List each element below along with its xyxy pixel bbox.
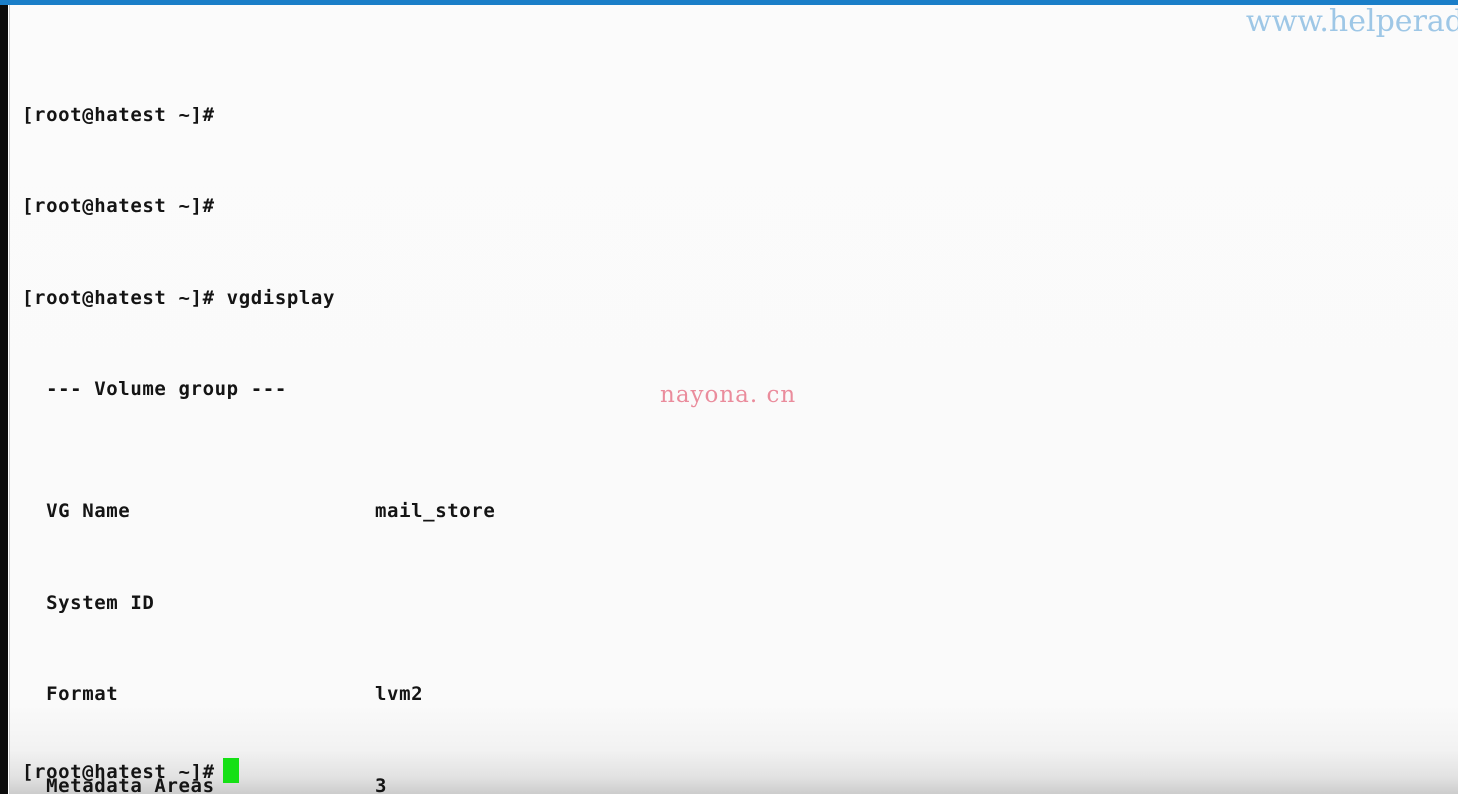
terminal-screenshot: [root@hatest ~]# [root@hatest ~]# [root@… <box>0 0 1458 794</box>
row-label: Format <box>22 683 119 705</box>
row-label: System ID <box>22 591 155 614</box>
row-value: mail_store <box>375 500 496 522</box>
row-value: 3 <box>375 774 388 794</box>
table-row: System ID <box>22 588 832 619</box>
top-blue-bar <box>0 0 1458 5</box>
table-row: VG Name mail_store <box>22 496 832 527</box>
prompt-line-1: [root@hatest ~]# <box>22 103 215 126</box>
row-value: lvm2 <box>375 683 424 705</box>
final-prompt-line[interactable]: [root@hatest ~]# <box>22 758 239 785</box>
command-line: [root@hatest ~]# vgdisplay <box>22 286 336 309</box>
left-edge-rule <box>9 5 10 794</box>
row-label: VG Name <box>22 500 131 522</box>
watermark-helperad: www.helperad <box>1245 4 1458 39</box>
shell-prompt: [root@hatest ~]# <box>22 761 215 783</box>
watermark-nayona: nayona. cn <box>660 382 797 408</box>
block-cursor <box>222 758 239 783</box>
left-edge-strip <box>0 0 8 794</box>
table-row: Format lvm2 <box>22 679 832 710</box>
prompt-line-2: [root@hatest ~]# <box>22 195 215 217</box>
